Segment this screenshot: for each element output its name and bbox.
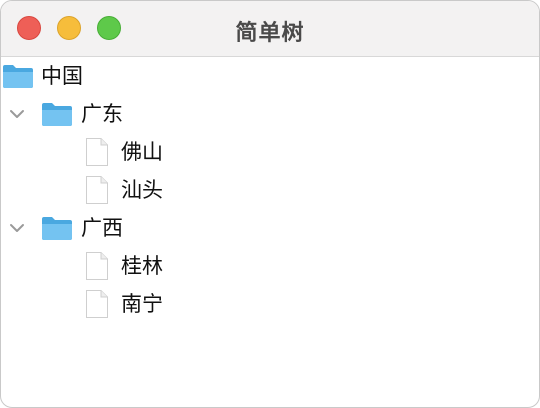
tree-item-guangdong[interactable]: 广东	[1, 95, 539, 133]
window: 简单树 中国 广东 佛山 汕头 广西 桂林 南宁	[0, 0, 540, 408]
title-bar: 简单树	[1, 1, 539, 57]
tree-item-label: 中国	[41, 64, 83, 88]
folder-icon	[42, 217, 72, 240]
file-icon	[86, 290, 108, 318]
tree-item-guilin[interactable]: 桂林	[1, 247, 539, 285]
tree-item-label: 桂林	[121, 254, 163, 278]
tree-item-label: 南宁	[121, 292, 163, 316]
tree-item-nanning[interactable]: 南宁	[1, 285, 539, 323]
tree-item-label: 佛山	[121, 140, 163, 164]
file-icon	[86, 176, 108, 204]
folder-icon	[3, 65, 33, 88]
tree-item-shantou[interactable]: 汕头	[1, 171, 539, 209]
folder-icon	[42, 103, 72, 126]
tree-item-label: 广西	[81, 216, 123, 240]
tree-item-root[interactable]: 中国	[1, 57, 539, 95]
tree-item-label: 汕头	[121, 178, 163, 202]
chevron-down-icon[interactable]	[8, 105, 26, 123]
tree-item-foshan[interactable]: 佛山	[1, 133, 539, 171]
window-title: 简单树	[235, 21, 305, 46]
tree-item-guangxi[interactable]: 广西	[1, 209, 539, 247]
file-icon	[86, 138, 108, 166]
file-icon	[86, 252, 108, 280]
tree-item-label: 广东	[81, 102, 123, 126]
chevron-down-icon[interactable]	[8, 219, 26, 237]
